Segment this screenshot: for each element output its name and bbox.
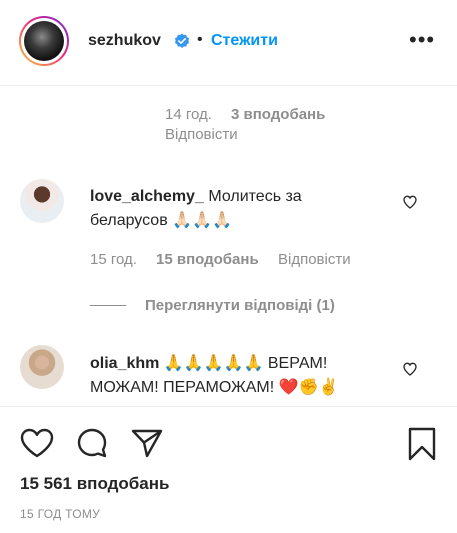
follow-button[interactable]: Стежити xyxy=(211,32,278,50)
comment-text-line2: беларусов 🙏🏻🙏🏻🙏🏻 xyxy=(90,212,232,229)
post-author-username[interactable]: sezhukov xyxy=(88,32,161,50)
post-likes-count[interactable]: 15 561 вподобань xyxy=(20,474,169,494)
post-timestamp: 15 ГОД ТОМУ xyxy=(20,507,101,521)
more-dots-icon[interactable]: ••• xyxy=(409,27,435,53)
comment-likes[interactable]: 15 вподобань xyxy=(156,251,259,268)
prev-comment-time: 14 год. xyxy=(165,106,212,123)
save-bookmark-icon[interactable] xyxy=(407,427,437,461)
comment-username[interactable]: olia_khm xyxy=(90,355,159,372)
avatar[interactable] xyxy=(20,179,64,223)
separator-dot: • xyxy=(197,31,203,48)
replies-divider-line xyxy=(90,305,126,306)
prev-comment-reply-button[interactable]: Відповісти xyxy=(165,126,238,143)
comment-username[interactable]: love_alchemy_ xyxy=(90,188,204,205)
comment-body: love_alchemy_ Молитесь за xyxy=(90,185,302,209)
comment-text-line1: 🙏🙏🙏🙏🙏 ВЕРАМ! xyxy=(163,355,328,372)
like-comment-heart-icon[interactable] xyxy=(402,361,418,377)
like-comment-heart-icon[interactable] xyxy=(402,194,418,210)
comment-text-line1: Молитесь за xyxy=(208,188,302,205)
like-heart-icon[interactable] xyxy=(20,428,54,458)
comment-body: olia_khm 🙏🙏🙏🙏🙏 ВЕРАМ! xyxy=(90,352,327,376)
comment-bubble-icon[interactable] xyxy=(76,427,108,459)
comment-text-line2: МОЖАМ! ПЕРАМОЖАМ! ❤️✊✌️ xyxy=(90,379,339,396)
avatar[interactable] xyxy=(20,345,64,389)
avatar[interactable] xyxy=(24,21,64,61)
share-send-icon[interactable] xyxy=(130,427,164,459)
comment-time: 15 год. xyxy=(90,251,137,268)
prev-comment-likes[interactable]: 3 вподобань xyxy=(231,106,325,123)
verified-badge-icon xyxy=(175,33,189,48)
view-replies-button[interactable]: Переглянути відповіді (1) xyxy=(145,297,335,314)
comment-reply-button[interactable]: Відповісти xyxy=(278,251,351,268)
